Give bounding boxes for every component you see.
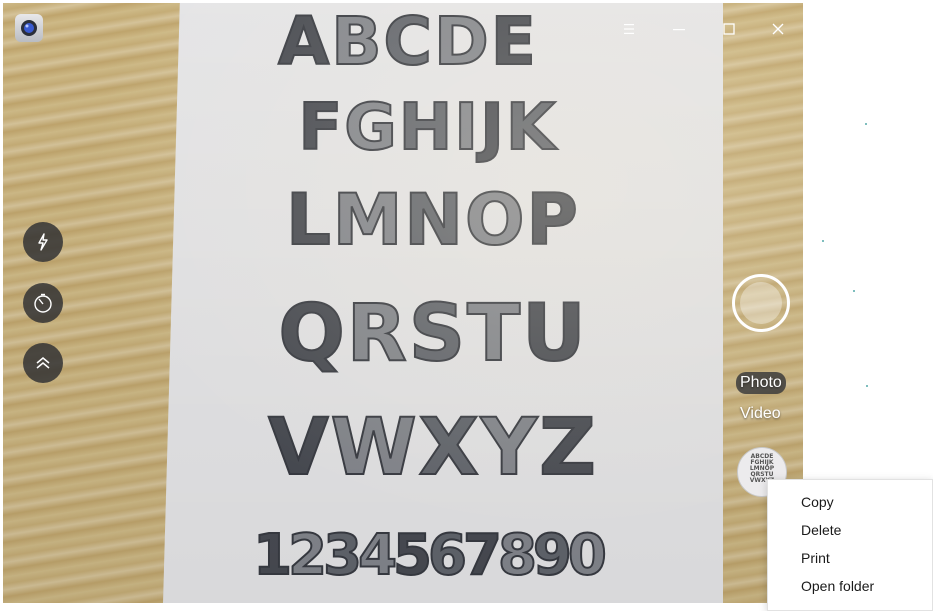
letter-glyph: S <box>408 288 467 380</box>
letter-row: QRSTU <box>173 288 693 380</box>
flash-icon <box>38 233 48 251</box>
letter-glyph: 8 <box>497 522 538 589</box>
letter-glyph: J <box>479 90 506 166</box>
alphabet-chart: ABCDE FGHIJK LMNOP QRSTU VWXYZ 123456789… <box>178 3 698 603</box>
artifact-dot <box>853 290 855 292</box>
menu-icon <box>624 24 634 34</box>
letter-glyph: L <box>285 178 333 262</box>
artifact-dot <box>866 385 868 387</box>
menu-button[interactable] <box>618 18 640 40</box>
letter-glyph: 3 <box>322 522 363 589</box>
shutter-button[interactable] <box>732 274 790 332</box>
letter-glyph: A <box>277 3 332 81</box>
letter-glyph: W <box>330 402 419 494</box>
close-icon <box>772 23 784 35</box>
menu-item-copy[interactable]: Copy <box>768 488 932 516</box>
letter-glyph: H <box>398 90 455 166</box>
letter-glyph: 6 <box>427 522 468 589</box>
letter-glyph: 7 <box>462 522 503 589</box>
letter-glyph: I <box>453 90 481 166</box>
close-button[interactable] <box>767 18 789 40</box>
artifact-dot <box>865 123 867 125</box>
video-mode-button[interactable]: Video <box>740 405 781 423</box>
letter-glyph: 1 <box>252 522 293 589</box>
letter-glyph: B <box>330 3 384 81</box>
letter-glyph: Z <box>538 402 598 494</box>
letter-row: ABCDE <box>148 3 668 81</box>
letter-glyph: P <box>526 178 580 262</box>
camera-lens-icon <box>21 20 37 36</box>
letter-row: LMNOP <box>173 178 693 262</box>
camera-app-icon <box>15 14 43 42</box>
letter-glyph: M <box>332 178 405 262</box>
menu-item-print[interactable]: Print <box>768 544 932 572</box>
minimize-button[interactable] <box>668 18 690 40</box>
minimize-icon <box>673 29 685 31</box>
letter-glyph: X <box>418 402 481 494</box>
menu-item-open-folder[interactable]: Open folder <box>768 572 932 600</box>
timer-button[interactable] <box>23 283 63 323</box>
expand-up-icon <box>36 357 50 369</box>
letter-glyph: 9 <box>532 522 573 589</box>
letter-glyph: Q <box>277 288 347 380</box>
letter-row: FGHIJK <box>168 90 688 166</box>
maximize-button[interactable] <box>718 18 740 40</box>
letter-glyph: G <box>343 90 399 166</box>
letter-glyph: C <box>383 3 434 81</box>
letter-glyph: E <box>490 3 538 81</box>
thumbnail-context-menu: Copy Delete Print Open folder <box>767 479 933 611</box>
letter-glyph: K <box>505 90 558 166</box>
artifact-dot <box>822 240 824 242</box>
letter-glyph: 4 <box>357 522 398 589</box>
letter-glyph: U <box>521 288 588 380</box>
letter-glyph: O <box>464 178 527 262</box>
shutter-inner <box>740 282 782 324</box>
camera-viewfinder: ABCDE FGHIJK LMNOP QRSTU VWXYZ 123456789… <box>3 3 803 603</box>
letter-glyph: 5 <box>392 522 433 589</box>
timer-icon <box>34 293 52 313</box>
menu-item-delete[interactable]: Delete <box>768 516 932 544</box>
letter-glyph: R <box>346 288 409 380</box>
maximize-icon <box>723 23 735 35</box>
letter-glyph: V <box>267 402 331 494</box>
letter-glyph: T <box>466 288 523 380</box>
letter-glyph: N <box>403 178 466 262</box>
flash-button[interactable] <box>23 222 63 262</box>
photo-mode-button[interactable]: Photo <box>736 372 786 394</box>
letter-glyph: F <box>297 90 345 166</box>
letter-glyph: 0 <box>567 522 608 589</box>
number-row: 1234567890 <box>168 522 688 589</box>
expand-button[interactable] <box>23 343 63 383</box>
letter-row: VWXYZ <box>173 402 693 494</box>
letter-glyph: D <box>433 3 491 81</box>
letter-glyph: Y <box>480 402 540 494</box>
letter-glyph: 2 <box>287 522 328 589</box>
